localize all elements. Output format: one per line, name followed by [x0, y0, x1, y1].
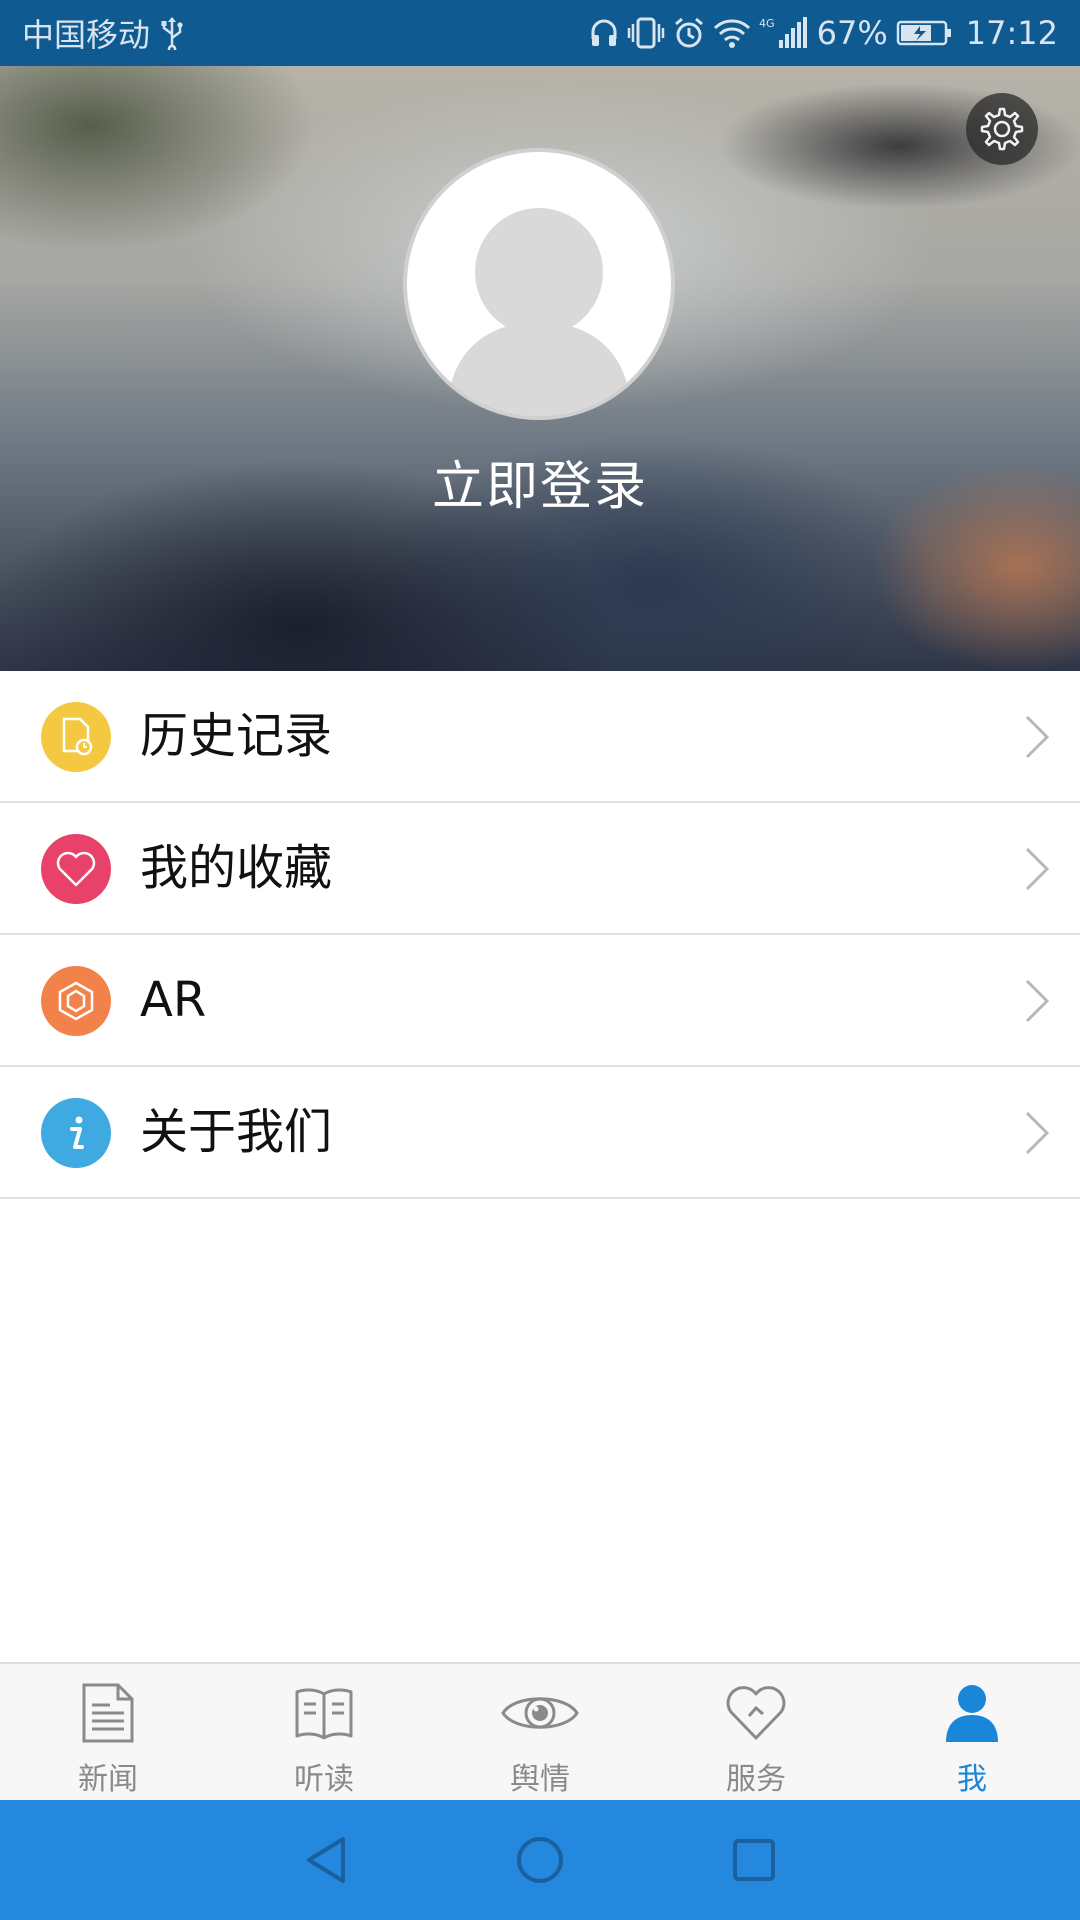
menu-label-favorites: 我的收藏 — [140, 840, 333, 896]
login-button[interactable]: 立即登录 — [0, 444, 1080, 519]
heart-outline-icon — [725, 1678, 787, 1748]
chevron-right-icon — [1025, 847, 1050, 891]
chevron-right-icon — [1025, 979, 1050, 1023]
profile-menu: 历史记录 我的收藏 AR 关于我们 — [0, 671, 1080, 1199]
eye-icon — [501, 1678, 579, 1748]
menu-label-about: 关于我们 — [140, 1104, 333, 1160]
ar-hexagon-icon — [41, 966, 111, 1036]
menu-item-ar[interactable]: AR — [0, 935, 1080, 1067]
system-nav-bar — [0, 1800, 1080, 1920]
home-icon — [517, 1837, 563, 1883]
alarm-icon — [673, 16, 705, 50]
history-document-icon — [41, 702, 111, 772]
recents-button[interactable] — [712, 1818, 796, 1902]
tab-label-me: 我 — [957, 1762, 987, 1797]
chevron-right-icon — [1025, 1111, 1050, 1155]
home-button[interactable] — [498, 1818, 582, 1902]
person-icon — [942, 1678, 1002, 1748]
gear-icon — [980, 107, 1024, 151]
carrier-name: 中国移动 — [22, 16, 151, 54]
heart-icon — [41, 834, 111, 904]
chevron-right-icon — [1025, 715, 1050, 759]
news-document-icon — [80, 1678, 136, 1748]
tab-label-opinion: 舆情 — [510, 1762, 570, 1797]
status-bar: 中国移动 4G 67% 17:12 — [0, 0, 1080, 66]
bottom-tab-bar: 新闻 听读 舆情 服务 我 — [0, 1662, 1080, 1800]
battery-percent: 67% — [816, 14, 888, 52]
recents-icon — [733, 1839, 775, 1881]
profile-screen: 中国移动 4G 67% 17:12 立即登录 历史记录 我的收藏 AR 关于我们… — [0, 0, 1080, 1920]
menu-item-favorites[interactable]: 我的收藏 — [0, 803, 1080, 935]
avatar[interactable] — [403, 148, 675, 420]
tab-label-listen: 听读 — [294, 1762, 354, 1797]
headset-icon — [589, 17, 619, 49]
back-button[interactable] — [284, 1818, 368, 1902]
tab-news[interactable]: 新闻 — [0, 1664, 216, 1800]
tab-label-services: 服务 — [726, 1762, 786, 1797]
menu-item-about[interactable]: 关于我们 — [0, 1067, 1080, 1199]
signal-icon: 4G — [759, 16, 809, 50]
tab-listen[interactable]: 听读 — [216, 1664, 432, 1800]
open-book-icon — [294, 1678, 354, 1748]
tab-me[interactable]: 我 — [864, 1664, 1080, 1800]
menu-label-history: 历史记录 — [140, 708, 333, 764]
back-icon — [307, 1837, 345, 1883]
tab-label-news: 新闻 — [78, 1762, 138, 1797]
tab-services[interactable]: 服务 — [648, 1664, 864, 1800]
tab-opinion[interactable]: 舆情 — [432, 1664, 648, 1800]
menu-label-ar: AR — [140, 972, 207, 1028]
clock-time: 17:12 — [965, 14, 1058, 52]
info-icon — [41, 1098, 111, 1168]
vibrate-icon — [627, 16, 665, 50]
usb-icon — [160, 16, 184, 50]
battery-charging-icon — [896, 19, 952, 47]
wifi-icon — [713, 17, 751, 49]
profile-header: 立即登录 — [0, 66, 1080, 671]
network-type: 4G — [759, 17, 775, 30]
settings-button[interactable] — [966, 93, 1038, 165]
menu-item-history[interactable]: 历史记录 — [0, 671, 1080, 803]
default-avatar-icon — [447, 208, 631, 416]
